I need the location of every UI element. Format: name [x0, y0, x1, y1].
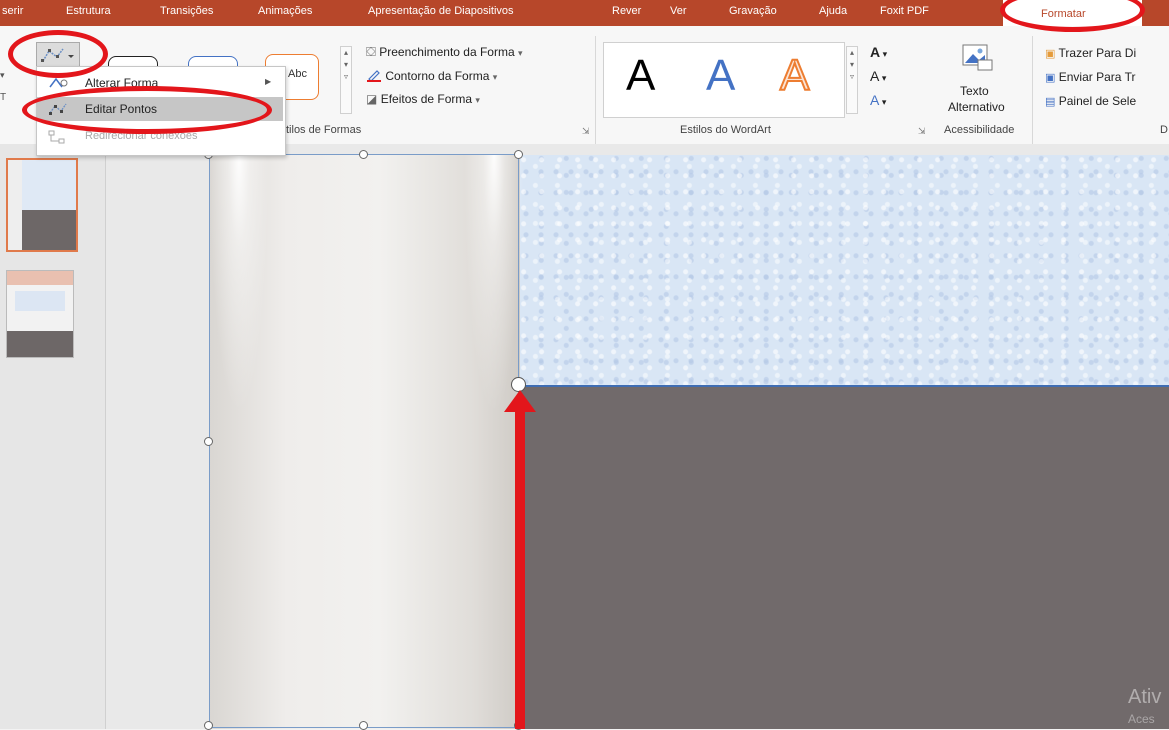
selection-frame: [209, 154, 519, 728]
bring-forward-label: Trazer Para Di: [1058, 46, 1137, 60]
reroute-connectors-icon: [48, 130, 65, 144]
submenu-arrow-icon: ▶: [265, 77, 272, 86]
tab-rever[interactable]: Rever: [612, 5, 641, 17]
send-backward-icon: ▣: [1045, 72, 1056, 84]
slide-floor-shape[interactable]: [520, 387, 1169, 729]
shape-effects-button[interactable]: ◪ Efeitos de Forma ▾: [366, 92, 480, 106]
alt-text-label-2: Alternativo: [948, 100, 1005, 114]
thumb-header: [7, 271, 73, 285]
activation-watermark: Ativ: [1128, 686, 1162, 708]
shape-fill-button[interactable]: ⛋ Preenchimento da Forma ▾: [366, 44, 523, 60]
bring-forward-icon: ▣: [1045, 48, 1056, 60]
annotation-circle-edit-shape: [8, 30, 108, 78]
thumb-wall: [8, 160, 22, 250]
tab-estrutura[interactable]: Estrutura: [66, 5, 111, 17]
tab-ver[interactable]: Ver: [670, 5, 687, 17]
shape-styles-scroll[interactable]: ▴ ▾ ▿: [340, 46, 352, 114]
arrange-group-label: D: [1160, 124, 1168, 136]
wordart-style-blue[interactable]: A: [706, 51, 735, 101]
shape-outline-label: Contorno da Forma: [385, 69, 490, 83]
activation-watermark-sub: Aces: [1128, 712, 1155, 726]
tab-transicoes[interactable]: Transições: [160, 5, 213, 17]
shape-styles-group-label: tilos de Formas: [286, 124, 362, 136]
wordart-style-black[interactable]: A: [626, 51, 655, 101]
chevron-down-icon: ▾: [518, 48, 523, 58]
slide-thumbnail-2[interactable]: [6, 270, 74, 358]
send-backward-button[interactable]: ▣ Enviar Para Tr: [1045, 70, 1135, 84]
alt-text-icon: [962, 44, 993, 71]
text-outline-icon[interactable]: A ▾: [870, 68, 886, 84]
thumb-panel: [15, 291, 65, 311]
wordart-scroll[interactable]: ▴ ▾ ▿: [846, 46, 858, 114]
tab-gravacao[interactable]: Gravação: [729, 5, 777, 17]
chevron-down-icon: ▾: [475, 95, 480, 105]
chevron-down-icon: ▾: [492, 72, 498, 82]
resize-handle[interactable]: [514, 150, 523, 159]
group-separator: [1032, 36, 1033, 146]
annotation-arrow: [504, 390, 536, 729]
annotation-circle-edit-points: [22, 86, 272, 134]
slide-wallpaper-shape[interactable]: [520, 155, 1169, 387]
shape-effects-label: Efeitos de Forma: [380, 92, 473, 106]
alt-text-button[interactable]: Texto Alternativo: [930, 42, 1026, 124]
send-backward-label: Enviar Para Tr: [1058, 70, 1136, 84]
pencil-outline-icon: [367, 70, 381, 82]
dialog-launcher-icon[interactable]: ⇲: [918, 126, 926, 137]
ribbon-tabs-bar: serir Estrutura Transições Animações Apr…: [0, 0, 1169, 26]
text-box-icon[interactable]: T: [0, 92, 8, 112]
effects-icon: ◪: [366, 92, 378, 106]
selection-pane-button[interactable]: ▤ Painel de Sele: [1045, 94, 1136, 108]
thumb-floor: [7, 331, 73, 357]
selection-pane-icon: ▤: [1045, 96, 1056, 108]
shape-fill-label: Preenchimento da Forma: [379, 45, 515, 59]
group-separator: [595, 36, 596, 146]
scroll-arrow-icon[interactable]: ▾: [0, 70, 8, 90]
alt-text-label-1: Texto: [960, 84, 989, 98]
wordart-style-orange[interactable]: A: [779, 50, 810, 101]
slide-thumbnails-pane: [0, 144, 106, 729]
tab-inserir[interactable]: serir: [2, 5, 23, 17]
bring-forward-button[interactable]: ▣ Trazer Para Di: [1045, 46, 1136, 60]
text-effects-icon[interactable]: A ▾: [870, 92, 886, 108]
slide-thumbnail-1[interactable]: [6, 158, 78, 252]
wordart-group-label: Estilos do WordArt: [680, 124, 771, 136]
selection-pane-label: Painel de Sele: [1058, 94, 1137, 108]
dialog-launcher-icon[interactable]: ⇲: [582, 126, 590, 137]
paint-bucket-icon: ⛋: [366, 44, 376, 59]
text-fill-icon[interactable]: A ▾: [870, 44, 887, 60]
resize-handle[interactable]: [359, 150, 368, 159]
tab-animacoes[interactable]: Animações: [258, 5, 312, 17]
accessibility-group-label: Acessibilidade: [944, 124, 1015, 136]
wordart-gallery[interactable]: A A A: [603, 42, 845, 118]
shape-outline-button[interactable]: Contorno da Forma ▾: [366, 68, 497, 83]
thumb-floor: [22, 210, 76, 250]
resize-handle[interactable]: [204, 437, 213, 446]
tab-foxit[interactable]: Foxit PDF: [880, 5, 929, 17]
tab-ajuda[interactable]: Ajuda: [819, 5, 847, 17]
shape-style-abc: Abc: [288, 68, 307, 80]
tab-apresentacao[interactable]: Apresentação de Diapositivos: [368, 5, 514, 17]
